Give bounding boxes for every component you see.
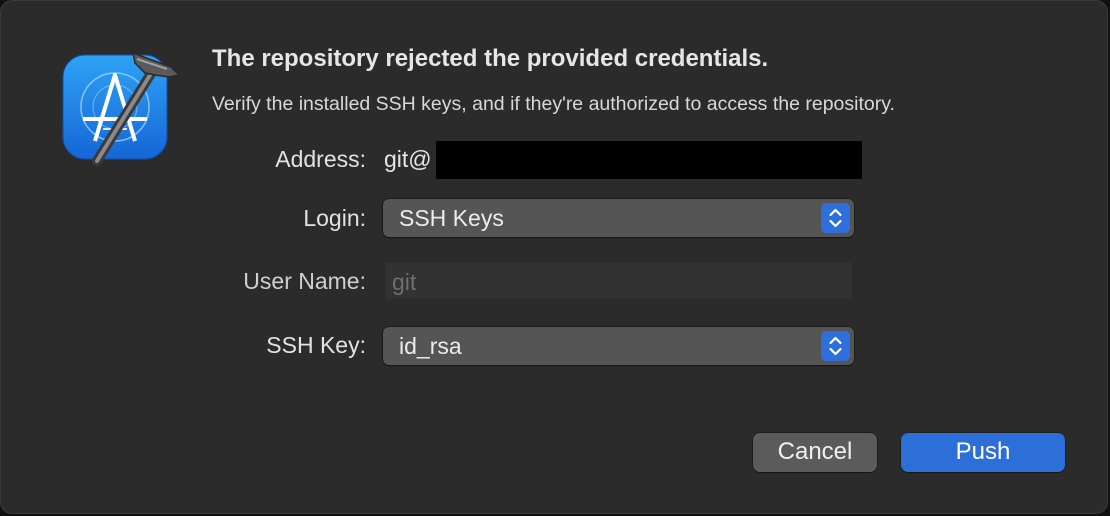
username-field-value: git [392, 269, 417, 295]
credentials-dialog: The repository rejected the provided cre… [0, 0, 1108, 514]
push-button[interactable]: Push [901, 433, 1065, 472]
xcode-app-icon [59, 45, 183, 169]
ssh-key-label: SSH Key: [266, 332, 366, 358]
cancel-button[interactable]: Cancel [753, 433, 877, 472]
ssh-key-popup-value: id_rsa [399, 333, 462, 359]
login-popup[interactable]: SSH Keys [383, 199, 854, 237]
login-label: Login: [303, 205, 366, 231]
login-popup-value: SSH Keys [399, 205, 504, 231]
address-label: Address: [275, 146, 366, 172]
dialog-message: Verify the installed SSH keys, and if th… [212, 93, 895, 115]
address-value: git@ [384, 146, 432, 172]
chevron-up-down-icon [821, 331, 850, 361]
chevron-up-down-icon [821, 203, 850, 233]
username-label: User Name: [243, 268, 366, 294]
redacted-address-block [436, 141, 862, 179]
ssh-key-popup[interactable]: id_rsa [383, 327, 854, 365]
dialog-title: The repository rejected the provided cre… [212, 45, 769, 72]
username-field[interactable]: git [385, 262, 853, 300]
